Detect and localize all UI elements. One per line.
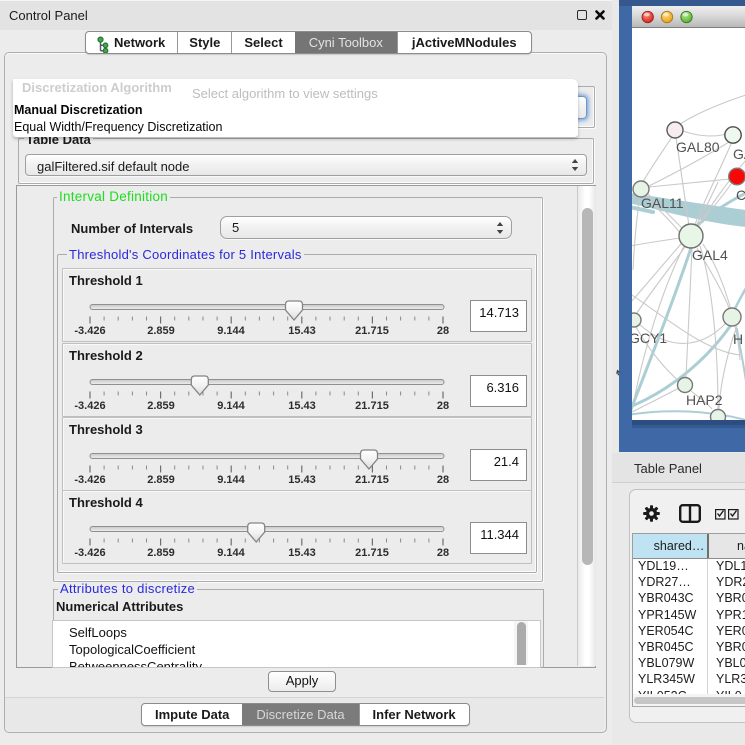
svg-text:GAL11: GAL11 [641,195,684,211]
svg-text:GAL4: GAL4 [692,247,728,263]
svg-text:HAP2: HAP2 [686,392,723,408]
svg-text:GCY1: GCY1 [629,330,667,346]
svg-text:GAL80: GAL80 [676,139,720,155]
svg-text:H: H [733,331,743,347]
svg-text:GA: GA [733,146,745,162]
svg-text:CY: CY [736,187,745,203]
